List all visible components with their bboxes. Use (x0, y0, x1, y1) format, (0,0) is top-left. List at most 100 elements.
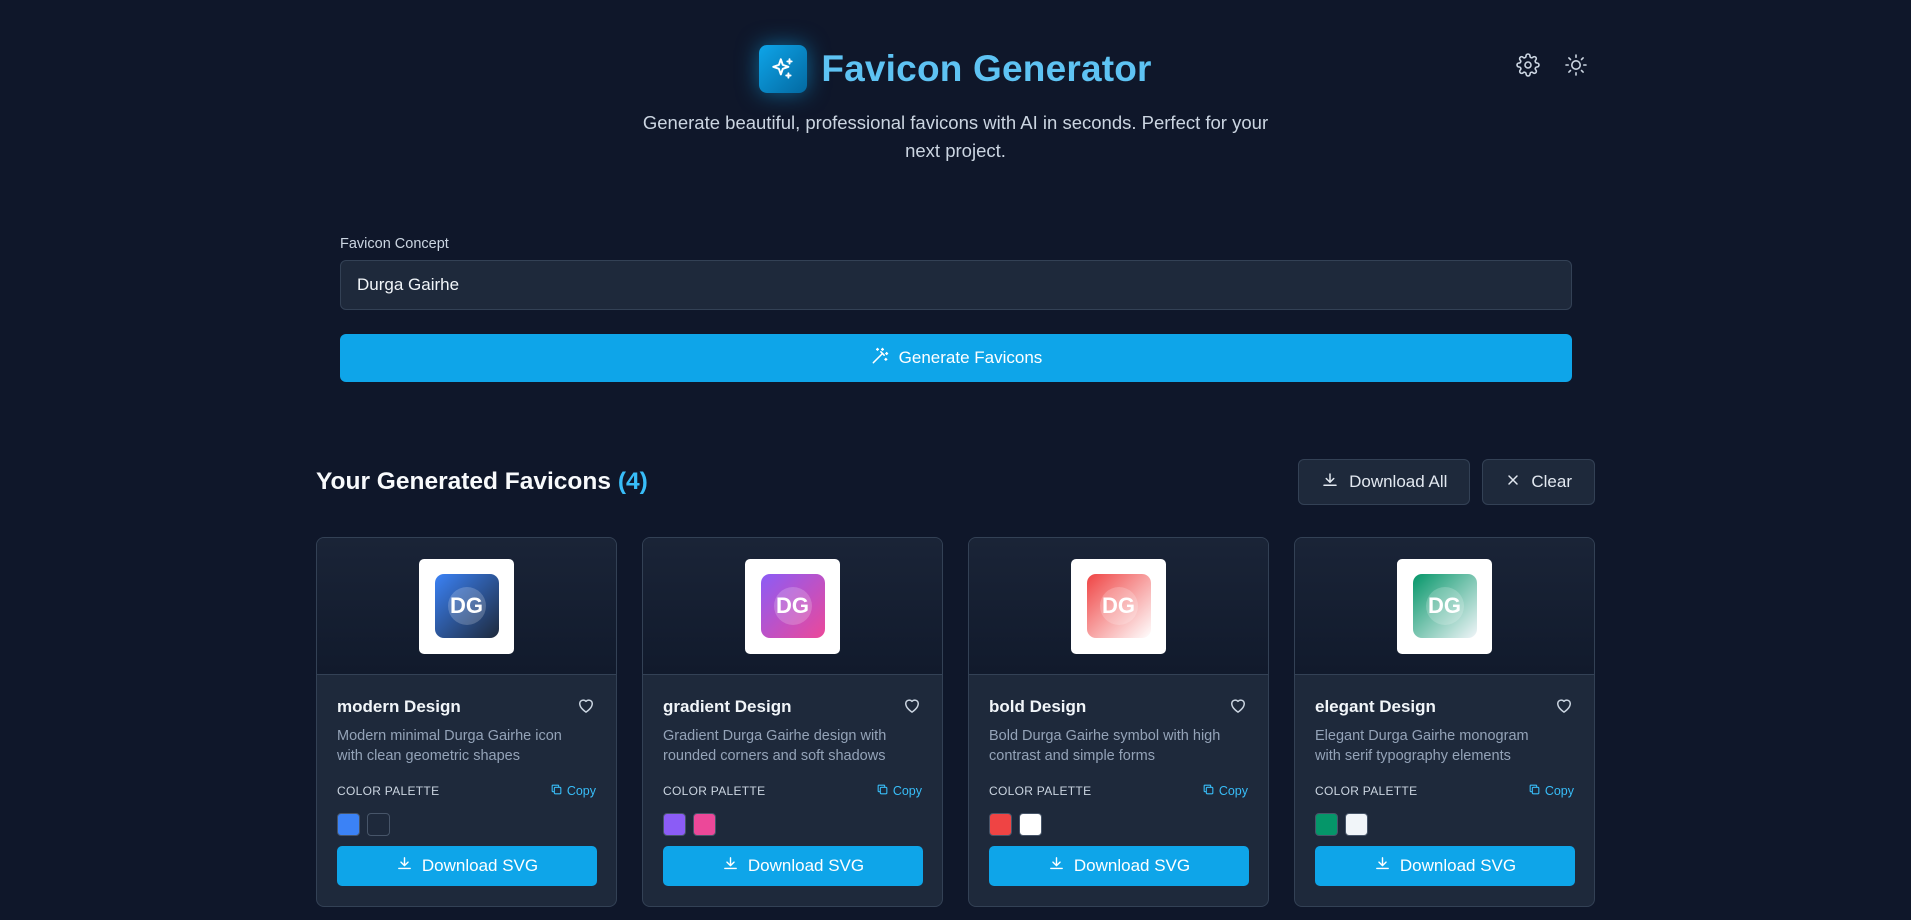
title-row: Favicon Generator (0, 45, 1911, 93)
card-description-line-2: contrast and simple forms (989, 748, 1156, 764)
copy-label: Copy (1218, 784, 1248, 798)
copy-palette-button[interactable]: Copy (1528, 783, 1574, 799)
color-swatches (989, 813, 1248, 836)
card-description-line-2: rounded corners and soft shadows (663, 748, 886, 764)
card-title: bold Design (989, 697, 1087, 716)
color-swatch[interactable] (337, 813, 360, 836)
card-description: Gradient Durga Gairhe design with rounde… (663, 726, 922, 766)
heart-icon[interactable] (902, 695, 922, 720)
favicon-preview-frame: DG (745, 558, 840, 654)
copy-icon (1528, 783, 1541, 799)
download-svg-button[interactable]: Download SVG (1315, 846, 1575, 886)
color-palette-row: COLOR PALETTE Copy (989, 783, 1248, 799)
clear-button[interactable]: Clear (1482, 459, 1595, 505)
color-swatch[interactable] (663, 813, 686, 836)
color-palette-row: COLOR PALETTE Copy (1315, 783, 1574, 799)
favicon-image: DG (434, 574, 499, 638)
card-body: bold Design Bold Durga Gairhe symbol wit… (969, 675, 1268, 836)
page-title: Favicon Generator (821, 48, 1152, 89)
heart-icon[interactable] (1228, 695, 1248, 720)
download-all-label: Download All (1349, 472, 1448, 491)
favicon-initials: DG (1102, 593, 1135, 618)
card-description-line-2: with serif typography elements (1315, 748, 1511, 764)
color-swatch[interactable] (1019, 813, 1042, 836)
heart-icon[interactable] (1554, 695, 1574, 720)
favicon-card: DG modern Design Modern minimal Durga Ga… (316, 537, 617, 907)
download-icon (396, 855, 413, 877)
download-svg-label: Download SVG (1399, 856, 1517, 875)
download-svg-label: Download SVG (747, 856, 865, 875)
color-swatch[interactable] (367, 813, 390, 836)
color-palette-label: COLOR PALETTE (663, 784, 766, 798)
sun-icon[interactable] (1563, 52, 1589, 78)
copy-palette-button[interactable]: Copy (550, 783, 596, 799)
card-body: modern Design Modern minimal Durga Gairh… (317, 675, 616, 836)
results-title: Your Generated Favicons (4) (316, 468, 648, 496)
copy-label: Copy (1544, 784, 1574, 798)
favicon-card: DG elegant Design Elegant Durga Gairhe m… (1294, 537, 1595, 907)
copy-icon (876, 783, 889, 799)
color-palette-label: COLOR PALETTE (337, 784, 440, 798)
card-description-line-1: Modern minimal Durga Gairhe icon (337, 728, 562, 744)
download-icon (1048, 855, 1065, 877)
magic-wand-icon (870, 346, 890, 371)
color-swatch[interactable] (1345, 813, 1368, 836)
gear-icon[interactable] (1515, 52, 1541, 78)
download-svg-button[interactable]: Download SVG (337, 846, 597, 886)
sparkles-icon (759, 45, 808, 93)
copy-palette-button[interactable]: Copy (1202, 783, 1248, 799)
app-header: Favicon Generator Generate beautiful, pr… (0, 0, 1911, 180)
favicon-concept-label: Favicon Concept (340, 236, 449, 252)
card-description: Modern minimal Durga Gairhe icon with cl… (337, 726, 596, 766)
favicon-preview-area: DG (969, 538, 1268, 675)
close-icon (1505, 472, 1521, 493)
color-palette-row: COLOR PALETTE Copy (663, 783, 922, 799)
heart-icon[interactable] (576, 695, 596, 720)
color-swatches (337, 813, 596, 836)
card-description: Elegant Durga Gairhe monogram with serif… (1315, 726, 1574, 766)
color-swatch[interactable] (1315, 813, 1338, 836)
color-palette-label: COLOR PALETTE (1315, 784, 1418, 798)
results-count: (4) (617, 468, 648, 495)
favicon-image: DG (1412, 574, 1477, 638)
color-swatch[interactable] (693, 813, 716, 836)
card-description: Bold Durga Gairhe symbol with high contr… (989, 726, 1248, 766)
favicon-preview-area: DG (1295, 538, 1594, 675)
color-swatches (663, 813, 922, 836)
download-icon (1321, 471, 1339, 494)
favicon-preview-area: DG (317, 538, 616, 675)
download-svg-button[interactable]: Download SVG (663, 846, 923, 886)
color-swatches (1315, 813, 1574, 836)
download-icon (722, 855, 739, 877)
favicon-initials: DG (776, 593, 809, 618)
favicon-cards-grid: DG modern Design Modern minimal Durga Ga… (316, 537, 1595, 907)
card-description-line-1: Elegant Durga Gairhe monogram (1315, 728, 1529, 744)
download-svg-label: Download SVG (1073, 856, 1191, 875)
results-title-text: Your Generated Favicons (316, 468, 611, 495)
page-subtitle: Generate beautiful, professional favicon… (0, 109, 1911, 165)
card-description-line-2: with clean geometric shapes (337, 748, 520, 764)
clear-label: Clear (1531, 472, 1572, 491)
card-body: elegant Design Elegant Durga Gairhe mono… (1295, 675, 1594, 836)
card-title: gradient Design (663, 697, 792, 716)
copy-palette-button[interactable]: Copy (876, 783, 922, 799)
copy-label: Copy (892, 784, 922, 798)
download-all-button[interactable]: Download All (1298, 459, 1471, 505)
subtitle-line-1: Generate beautiful, professional favicon… (642, 112, 1269, 133)
card-body: gradient Design Gradient Durga Gairhe de… (643, 675, 942, 836)
card-title: modern Design (337, 697, 461, 716)
favicon-form: Favicon Concept Generate Favicons (340, 236, 1572, 382)
color-swatch[interactable] (989, 813, 1012, 836)
generate-favicons-button[interactable]: Generate Favicons (340, 334, 1572, 382)
download-svg-button[interactable]: Download SVG (989, 846, 1249, 886)
favicon-preview-area: DG (643, 538, 942, 675)
download-icon (1374, 855, 1391, 877)
generate-favicons-label: Generate Favicons (898, 348, 1043, 367)
favicon-concept-input[interactable] (340, 260, 1572, 310)
favicon-image: DG (1086, 574, 1151, 638)
subtitle-line-2: next project. (905, 140, 1006, 161)
copy-label: Copy (566, 784, 596, 798)
favicon-initials: DG (450, 593, 483, 618)
card-description-line-1: Bold Durga Gairhe symbol with high (989, 728, 1221, 744)
favicon-preview-frame: DG (419, 558, 514, 654)
